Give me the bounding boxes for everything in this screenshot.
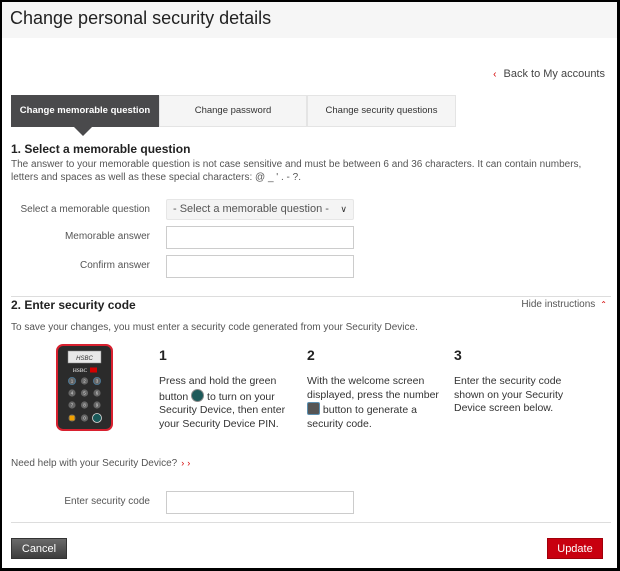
step-3-text: Enter the security code shown on your Se… <box>454 375 564 414</box>
confirm-answer-input[interactable] <box>166 255 354 278</box>
tab-change-security-questions[interactable]: Change security questions <box>307 95 456 127</box>
confirm-label: Confirm answer <box>79 260 150 271</box>
hide-instructions-label: Hide instructions <box>521 299 596 310</box>
section-title-security-code: 2. Enter security code <box>11 298 136 312</box>
security-code-label: Enter security code <box>64 496 150 507</box>
back-link-label: Back to My accounts <box>503 68 606 80</box>
tab-change-memorable-question[interactable]: Change memorable question <box>11 95 159 136</box>
step-1-text: Press and hold the green button to turn … <box>159 375 299 431</box>
security-device-icon: HSBC HSBC 123 456 789 0 <box>56 344 113 431</box>
chevron-down-icon: ∨ <box>340 204 347 214</box>
back-to-accounts-link[interactable]: ‹ Back to My accounts <box>493 68 605 80</box>
tab-bar: Change memorable question Change passwor… <box>11 95 456 136</box>
section-title-memorable-question: 1. Select a memorable question <box>11 142 191 156</box>
update-button[interactable]: Update <box>547 538 603 559</box>
tab-change-password[interactable]: Change password <box>159 95 307 127</box>
chevron-up-icon: ⌃ <box>600 300 607 309</box>
hide-instructions-toggle[interactable]: Hide instructions ⌃ <box>521 299 607 310</box>
device-brand: HSBC <box>73 368 88 374</box>
question-label: Select a memorable question <box>20 204 150 215</box>
security-code-input[interactable] <box>166 491 354 514</box>
help-link-label: Need help with your Security Device? <box>11 458 178 469</box>
divider <box>11 522 611 523</box>
answer-label: Memorable answer <box>64 231 150 242</box>
step-2-number: 2 <box>307 347 315 363</box>
step-2-text: With the welcome screen displayed, press… <box>307 375 447 431</box>
device-screen-text: HSBC <box>76 356 93 362</box>
step-2-text-before: With the welcome screen displayed, press… <box>307 375 439 401</box>
select-value: - Select a memorable question - <box>173 203 329 215</box>
memorable-answer-input[interactable] <box>166 226 354 249</box>
chevron-right-icon: ›› <box>181 458 194 468</box>
number-3-button-icon <box>307 402 320 415</box>
cancel-button[interactable]: Cancel <box>11 538 67 559</box>
step-1-number: 1 <box>159 347 167 363</box>
memorable-question-select[interactable]: - Select a memorable question - ∨ <box>166 199 354 220</box>
page: Change personal security details ‹ Back t… <box>2 2 617 568</box>
security-device-help-link[interactable]: Need help with your Security Device? ›› <box>11 458 193 469</box>
power-button-icon <box>191 388 205 402</box>
security-code-description: To save your changes, you must enter a s… <box>11 322 418 333</box>
step-3-number: 3 <box>454 347 462 363</box>
page-header: Change personal security details <box>2 2 617 38</box>
step-2-text-after: button to generate a security code. <box>307 404 417 430</box>
divider <box>11 296 611 297</box>
memorable-question-description: The answer to your memorable question is… <box>11 159 582 183</box>
page-title: Change personal security details <box>10 8 272 28</box>
chevron-left-icon: ‹ <box>493 69 497 80</box>
